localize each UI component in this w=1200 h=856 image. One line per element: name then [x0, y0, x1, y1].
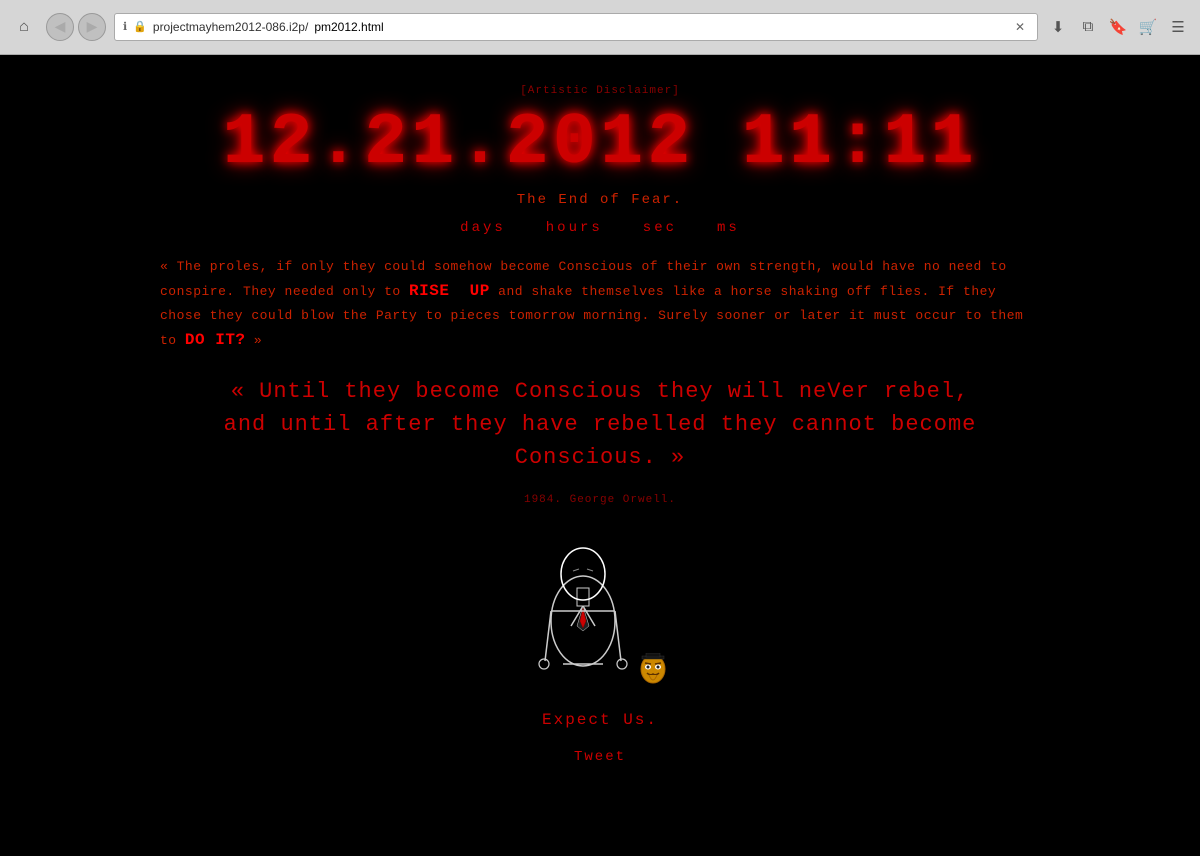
window-button[interactable]: ⧉	[1076, 15, 1100, 39]
menu-button[interactable]: ☰	[1166, 15, 1190, 39]
big-quote-line2: and until after they have rebelled they …	[224, 412, 977, 470]
back-button[interactable]: ◀	[46, 13, 74, 41]
nav-buttons: ◀ ▶	[46, 13, 106, 41]
paragraph-text: « The proles, if only they could somehow…	[160, 256, 1040, 355]
big-quote-line1: « Until they become Conscious they will …	[231, 379, 970, 404]
tagline-text: The End of Fear.	[517, 192, 683, 208]
countdown-days: days	[460, 220, 506, 236]
countdown-sec: sec	[643, 220, 677, 236]
url-path: pm2012.html	[314, 20, 383, 34]
mask-icon	[638, 653, 668, 691]
info-icon: ℹ	[123, 20, 127, 34]
address-bar[interactable]: ℹ 🔒 projectmayhem2012-086.i2p/pm2012.htm…	[114, 13, 1038, 41]
expect-us-text: Expect Us.	[542, 711, 658, 729]
big-quote: « Until they become Conscious they will …	[200, 375, 1000, 474]
forward-button[interactable]: ▶	[78, 13, 106, 41]
countdown-ms: ms	[717, 220, 740, 236]
clock-display: 12.21.2012 11:11	[222, 107, 977, 179]
do-it-text: DO IT?	[185, 331, 246, 349]
cart-button[interactable]: 🛒	[1136, 15, 1160, 39]
home-button[interactable]: ⌂	[10, 13, 38, 41]
lock-icon: 🔒	[133, 20, 147, 34]
clear-url-button[interactable]: ✕	[1011, 18, 1029, 36]
disclaimer-text: [Artistic Disclaimer]	[520, 85, 680, 97]
countdown-hours: hours	[546, 220, 603, 236]
countdown-labels: days hours sec ms	[460, 220, 740, 236]
paragraph-section: « The proles, if only they could somehow…	[160, 256, 1040, 355]
rise-up-text: RISE UP	[409, 282, 490, 300]
figure-container	[533, 536, 668, 696]
download-button[interactable]: ⬇	[1046, 15, 1070, 39]
page-content: [Artistic Disclaimer] 12.21.2012 11:11 T…	[0, 55, 1200, 855]
url-base: projectmayhem2012-086.i2p/	[153, 20, 308, 34]
attribution-text: 1984. George Orwell.	[524, 494, 676, 506]
browser-chrome: ⌂ ◀ ▶ ℹ 🔒 projectmayhem2012-086.i2p/pm20…	[0, 0, 1200, 55]
browser-actions: ⬇ ⧉ 🔖 🛒 ☰	[1046, 15, 1190, 39]
tweet-link[interactable]: Tweet	[574, 749, 626, 765]
anonymous-figure	[533, 536, 633, 696]
bookmark-button[interactable]: 🔖	[1106, 15, 1130, 39]
